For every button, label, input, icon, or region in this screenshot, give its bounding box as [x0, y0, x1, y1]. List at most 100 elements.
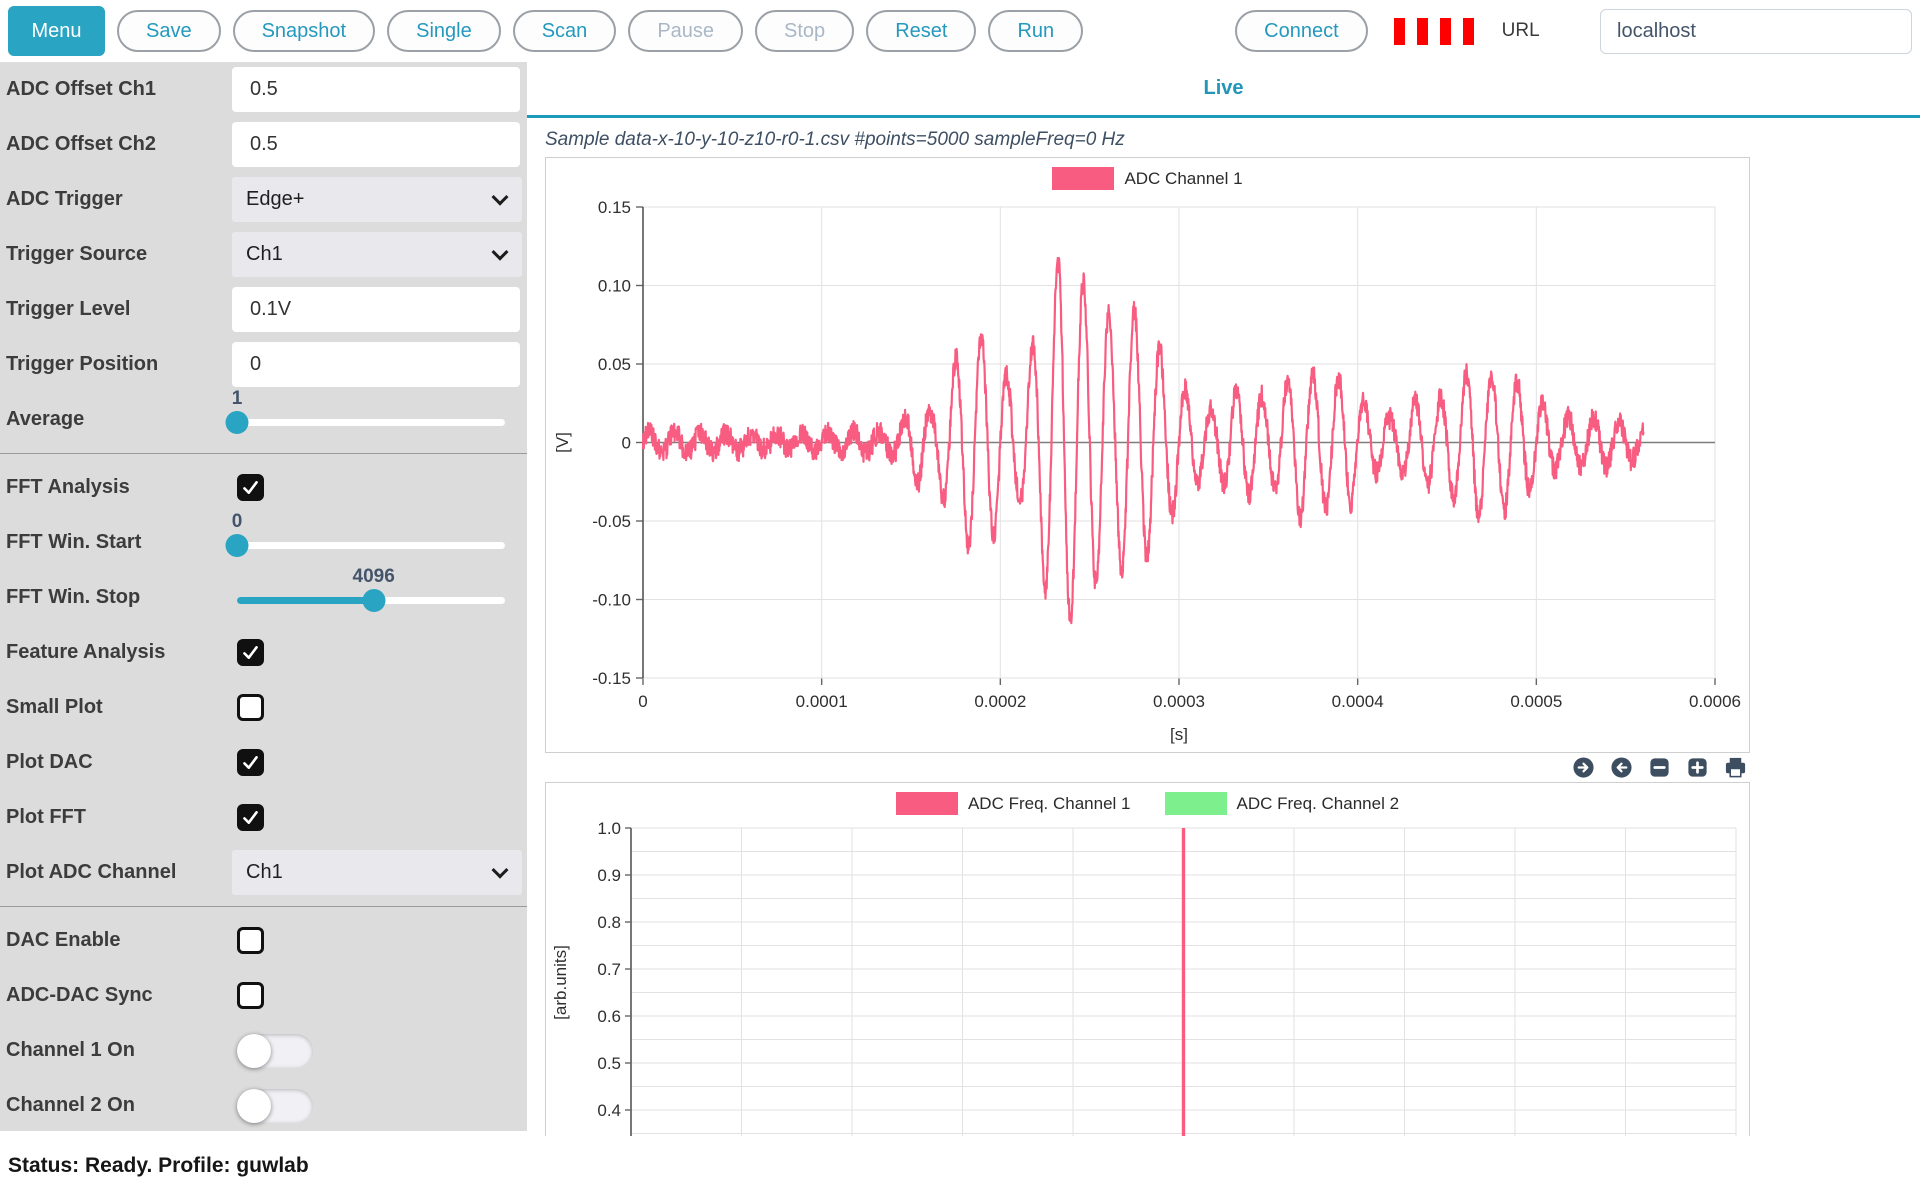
setting-row: ADC Offset Ch1: [0, 62, 527, 117]
connect-button[interactable]: Connect: [1235, 10, 1368, 52]
average-slider[interactable]: 1: [237, 400, 505, 440]
setting-row: Plot DAC: [0, 735, 527, 790]
slider-track[interactable]: [237, 597, 505, 604]
svg-text:0: 0: [638, 692, 647, 711]
trigger-level-input[interactable]: [232, 287, 520, 332]
channel2-on-label: Channel 2 On: [6, 1094, 232, 1117]
zoom-out-icon[interactable]: [1648, 756, 1671, 779]
small-plot-checkbox[interactable]: [237, 694, 264, 721]
feature-analysis-checkbox[interactable]: [237, 639, 264, 666]
legend-label: ADC Freq. Channel 1: [968, 794, 1131, 814]
setting-row: FFT Win. Stop 4096: [0, 570, 527, 625]
single-button[interactable]: Single: [387, 10, 501, 52]
setting-row: Small Plot: [0, 680, 527, 735]
plot-fft-label: Plot FFT: [6, 806, 232, 829]
plot-dac-checkbox[interactable]: [237, 749, 264, 776]
svg-text:0.4: 0.4: [597, 1101, 621, 1120]
trigger-source-label: Trigger Source: [6, 243, 232, 266]
svg-text:0.0001: 0.0001: [796, 692, 848, 711]
trigger-source-select[interactable]: Ch1: [232, 232, 522, 277]
trigger-position-input[interactable]: [232, 342, 520, 387]
setting-row: Feature Analysis: [0, 625, 527, 680]
status-text: Status: Ready. Profile: guwlab: [8, 1154, 309, 1178]
slider-track[interactable]: [237, 419, 505, 426]
slider-value: 0: [232, 511, 243, 533]
plot-toolbar: [545, 753, 1750, 782]
legend-label: ADC Channel 1: [1124, 169, 1242, 189]
chevron-down-icon: [492, 188, 509, 205]
legend-swatch: [1165, 792, 1227, 815]
signal-bar-icon: [1394, 18, 1405, 45]
trigger-level-label: Trigger Level: [6, 298, 232, 321]
plot-adc-channel-value: Ch1: [246, 861, 283, 884]
toggle-knob[interactable]: [237, 1089, 271, 1123]
small-plot-label: Small Plot: [6, 696, 232, 719]
legend-item-adc-freq-channel-1[interactable]: ADC Freq. Channel 1: [896, 792, 1131, 815]
slider-thumb[interactable]: [226, 411, 249, 434]
url-label: URL: [1502, 20, 1540, 42]
svg-text:0.8: 0.8: [597, 913, 621, 932]
save-button[interactable]: Save: [117, 10, 221, 52]
adc-trigger-select[interactable]: Edge+: [232, 177, 522, 222]
adc-offset-ch2-input[interactable]: [232, 122, 520, 167]
svg-text:-0.05: -0.05: [592, 512, 631, 531]
scan-button[interactable]: Scan: [513, 10, 617, 52]
setting-row: Channel 1 On: [0, 1023, 527, 1078]
time-domain-plot[interactable]: 0.150.100.050-0.05-0.10-0.1500.00010.000…: [546, 158, 1749, 752]
snapshot-button[interactable]: Snapshot: [233, 10, 376, 52]
print-icon[interactable]: [1724, 756, 1747, 779]
fft-analysis-checkbox[interactable]: [237, 474, 264, 501]
setting-row: Plot ADC Channel Ch1: [0, 845, 527, 900]
slider-track[interactable]: [237, 542, 505, 549]
svg-text:-0.10: -0.10: [592, 591, 631, 610]
plot-dac-label: Plot DAC: [6, 751, 232, 774]
tab-live[interactable]: Live: [1203, 77, 1243, 100]
adc-offset-ch1-input[interactable]: [232, 67, 520, 112]
adc-dac-sync-checkbox[interactable]: [237, 982, 264, 1009]
setting-row: Channel 2 On: [0, 1078, 527, 1131]
svg-text:1.0: 1.0: [597, 819, 621, 838]
trigger-source-value: Ch1: [246, 243, 283, 266]
svg-text:0.7: 0.7: [597, 960, 621, 979]
tab-bar: Live: [527, 62, 1920, 118]
adc-trigger-label: ADC Trigger: [6, 188, 232, 211]
signal-bar-icon: [1440, 18, 1451, 45]
pan-right-icon[interactable]: [1572, 756, 1595, 779]
svg-text:0.10: 0.10: [598, 277, 631, 296]
frequency-plot[interactable]: 1.00.90.80.70.60.50.4[arb.units]: [546, 783, 1749, 1136]
average-label: Average: [6, 408, 232, 431]
chevron-down-icon: [492, 243, 509, 260]
signal-bar-icon: [1417, 18, 1428, 45]
legend-item-adc-channel-1[interactable]: ADC Channel 1: [1052, 167, 1242, 190]
pause-button[interactable]: Pause: [628, 10, 743, 52]
legend-swatch: [1052, 167, 1114, 190]
fft-win-stop-slider[interactable]: 4096: [237, 578, 505, 618]
channel1-on-toggle[interactable]: [237, 1034, 313, 1068]
zoom-in-icon[interactable]: [1686, 756, 1709, 779]
chevron-down-icon: [492, 861, 509, 878]
svg-text:0.9: 0.9: [597, 866, 621, 885]
freq-chart-legend: ADC Freq. Channel 1 ADC Freq. Channel 2: [546, 792, 1749, 815]
menu-button[interactable]: Menu: [8, 6, 105, 56]
plot-fft-checkbox[interactable]: [237, 804, 264, 831]
slider-thumb[interactable]: [226, 534, 249, 557]
pan-left-icon[interactable]: [1610, 756, 1633, 779]
setting-row: Trigger Source Ch1: [0, 227, 527, 282]
svg-text:-0.15: -0.15: [592, 669, 631, 688]
toggle-knob[interactable]: [237, 1034, 271, 1068]
fft-win-start-slider[interactable]: 0: [237, 523, 505, 563]
setting-row: Average 1: [0, 392, 527, 447]
run-button[interactable]: Run: [988, 10, 1083, 52]
plot-adc-channel-select[interactable]: Ch1: [232, 850, 522, 895]
adc-offset-ch1-label: ADC Offset Ch1: [6, 78, 232, 101]
svg-text:0.05: 0.05: [598, 355, 631, 374]
stop-button[interactable]: Stop: [755, 10, 854, 52]
url-input[interactable]: [1600, 9, 1912, 54]
dac-enable-checkbox[interactable]: [237, 927, 264, 954]
toolbar: Menu Save Snapshot Single Scan Pause Sto…: [0, 0, 1920, 62]
legend-item-adc-freq-channel-2[interactable]: ADC Freq. Channel 2: [1165, 792, 1400, 815]
reset-button[interactable]: Reset: [866, 10, 976, 52]
slider-thumb[interactable]: [362, 589, 385, 612]
adc-trigger-value: Edge+: [246, 188, 304, 211]
channel2-on-toggle[interactable]: [237, 1089, 313, 1123]
